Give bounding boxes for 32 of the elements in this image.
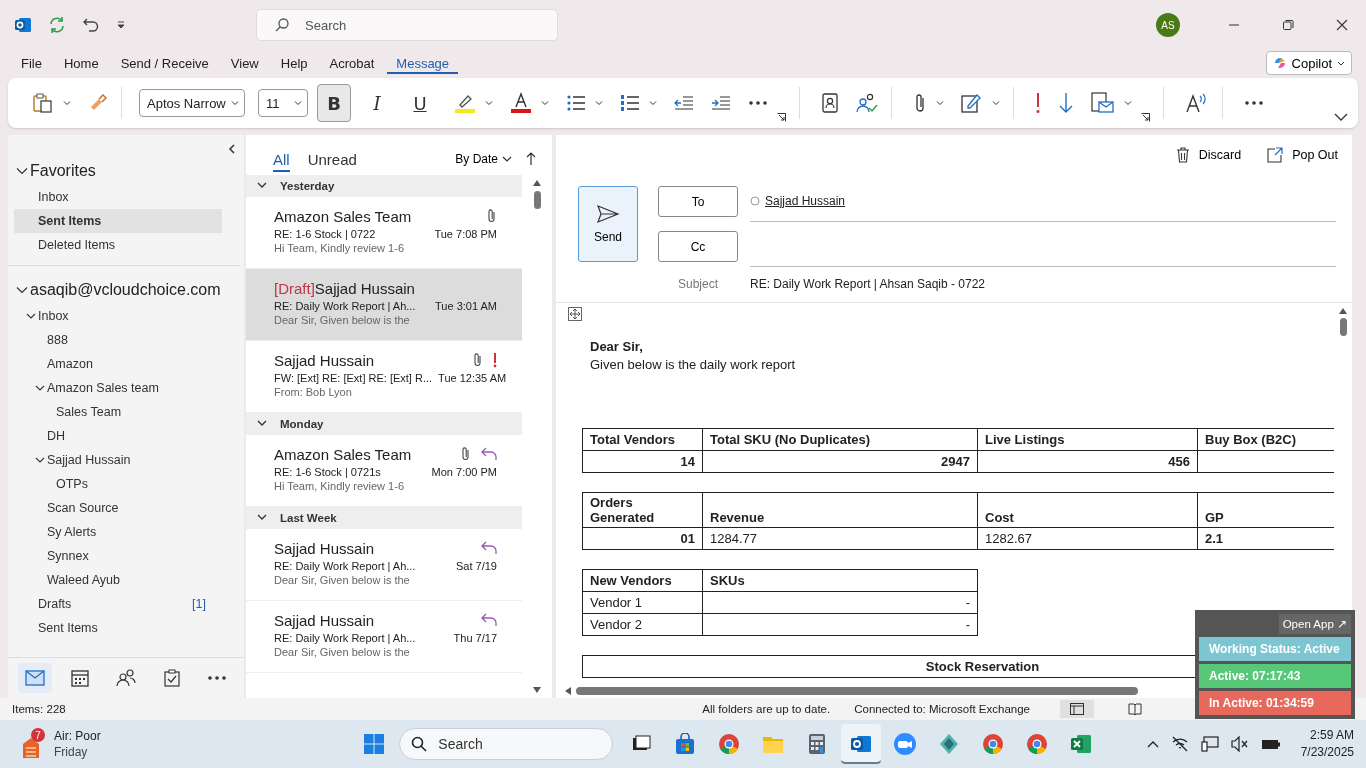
status-row: Working Status: Active	[1199, 637, 1351, 661]
table-header-cell: SKUs	[702, 569, 978, 592]
table-header-cell: Cost	[977, 492, 1198, 528]
table-cell: 2947	[702, 450, 978, 473]
status-row: In Active: 01:34:59	[1199, 691, 1351, 715]
table-cell: Vendor 2	[582, 613, 703, 636]
table-header-cell: Orders Generated	[582, 492, 703, 528]
table-header-cell: Revenue	[702, 492, 978, 528]
table-cell: 456	[977, 450, 1198, 473]
table-cell: -	[702, 591, 978, 614]
table-header-cell: Total SKU (No Duplicates)	[702, 428, 978, 451]
table-cell: 14	[582, 450, 703, 473]
subject-label: Subject	[677, 277, 719, 291]
body-text: Given below is the daily work report	[590, 357, 797, 372]
table-header-cell: Total Vendors	[582, 428, 703, 451]
weather-text: Air: Poor	[54, 728, 101, 744]
table-cell: 01	[582, 527, 703, 550]
table-header-cell: Buy Box (B2C)	[1197, 428, 1334, 451]
weather-day: Friday	[54, 744, 101, 760]
table-cell: -	[702, 613, 978, 636]
sync-status: All folders are up to date.	[702, 703, 831, 715]
table-cell: Vendor 1	[582, 591, 703, 614]
table-header-cell: GP	[1197, 492, 1334, 528]
greeting-text: Dear Sir,	[590, 339, 644, 354]
table-header-cell: Live Listings	[977, 428, 1198, 451]
item-count: Items: 228	[12, 703, 66, 715]
table-cell: 1282.67	[977, 527, 1198, 550]
table-header-cell: New Vendors	[582, 569, 703, 592]
connection-status: Connected to: Microsoft Exchange	[854, 703, 1030, 715]
notification-badge: 7	[31, 728, 45, 742]
table-cell: 1284.77	[702, 527, 978, 550]
status-row: Active: 07:17:43	[1199, 664, 1351, 688]
